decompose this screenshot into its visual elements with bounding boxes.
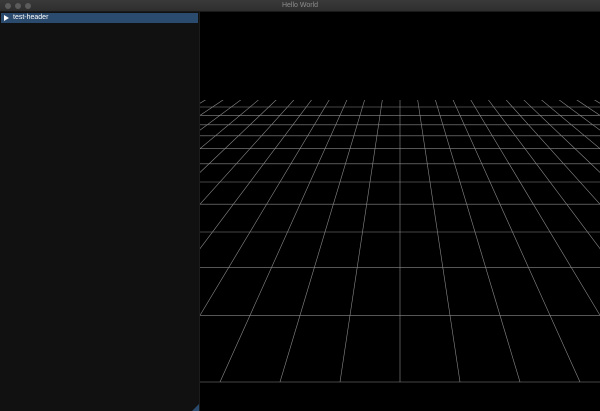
sky-area: [200, 12, 600, 100]
triangle-right-icon: [4, 15, 9, 21]
collapsing-header-test[interactable]: test-header: [1, 13, 198, 23]
resize-grip[interactable]: [192, 404, 199, 411]
window-title: Hello World: [281, 2, 319, 9]
app-window: Hello World test-header: [0, 0, 600, 411]
sidebar-panel: test-header: [0, 12, 200, 411]
3d-viewport[interactable]: [200, 12, 600, 411]
floor-grid: [200, 12, 600, 383]
collapsing-header-label: test-header: [13, 14, 49, 21]
title-bar[interactable]: Hello World: [0, 0, 600, 12]
